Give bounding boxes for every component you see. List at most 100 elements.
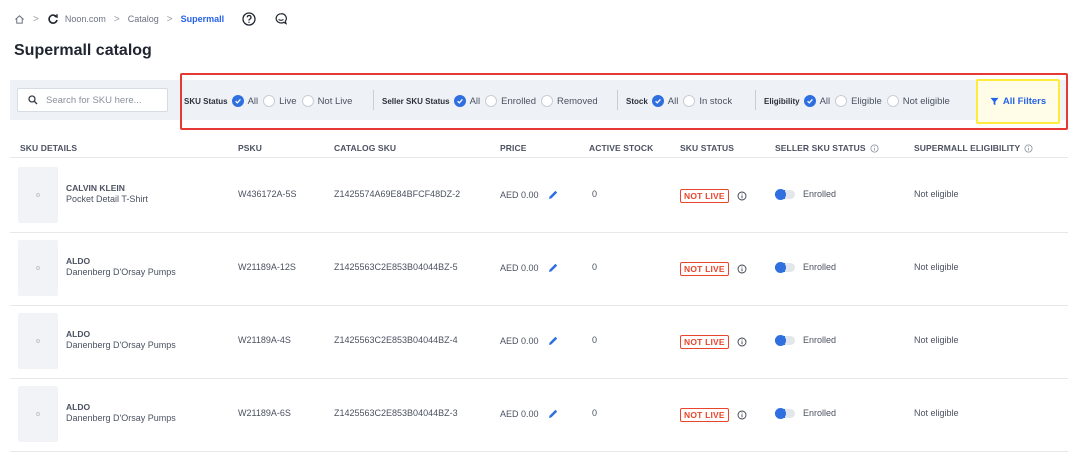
column-header-psku: PSKU <box>238 143 263 153</box>
seller-status-cell: Enrolled <box>775 188 837 200</box>
product-name: Pocket Detail T-Shirt <box>66 194 148 204</box>
enrolled-toggle[interactable] <box>775 261 795 273</box>
product-thumbnail[interactable] <box>18 167 58 223</box>
breadcrumb-separator: > <box>166 13 173 25</box>
seller-status-label: Enrolled <box>803 408 837 418</box>
psku-cell: W21189A-4S <box>238 335 291 345</box>
table-row[interactable]: ALDO Danenberg D'Orsay Pumps W21189A-6S Z14… <box>10 379 1068 452</box>
search-input[interactable] <box>46 94 156 106</box>
info-icon[interactable] <box>870 143 879 153</box>
page-title: Supermall catalog <box>14 42 152 59</box>
filter-icon <box>990 97 999 106</box>
seller-status-cell: Enrolled <box>775 334 837 346</box>
edit-icon[interactable] <box>547 262 559 274</box>
breadcrumb-item-noon[interactable]: Noon.com <box>65 14 106 24</box>
info-icon[interactable] <box>737 337 747 347</box>
breadcrumb: > Noon.com > Catalog > Supermall <box>14 8 292 30</box>
column-header-active-stock: ACTIVE STOCK <box>589 143 654 153</box>
seller-status-label: Enrolled <box>803 335 837 345</box>
sku-status-cell: NOT LIVE <box>680 262 747 276</box>
product-thumbnail[interactable] <box>18 386 58 442</box>
chat-icon <box>275 13 288 25</box>
refresh-icon[interactable] <box>47 13 59 25</box>
all-filters-button[interactable]: All Filters <box>976 79 1060 124</box>
table-header: SKU DETAILS PSKU CATALOG SKU PRICE ACTIV… <box>10 138 1068 158</box>
product-brand: CALVIN KLEIN <box>66 183 125 193</box>
product-brand: ALDO <box>66 329 91 339</box>
price-cell: AED 0.00 <box>500 262 559 274</box>
catalog-sku-cell: Z1425563C2E853B04044BZ-3 <box>334 408 458 418</box>
image-placeholder-icon <box>36 412 40 416</box>
catalog-sku-cell: Z1425563C2E853B04044BZ-5 <box>334 262 458 272</box>
all-filters-label: All Filters <box>1002 96 1047 107</box>
eligibility-cell: Not eligible <box>914 408 959 418</box>
search-box <box>17 88 168 112</box>
seller-status-cell: Enrolled <box>775 261 837 273</box>
price-cell: AED 0.00 <box>500 189 559 201</box>
eligibility-cell: Not eligible <box>914 189 959 199</box>
edit-icon[interactable] <box>547 408 559 420</box>
image-placeholder-icon <box>36 266 40 270</box>
enrolled-toggle[interactable] <box>775 334 795 346</box>
search-icon <box>28 95 38 105</box>
active-stock-cell: 0 <box>592 335 598 345</box>
price-value: AED 0.00 <box>500 190 539 200</box>
edit-icon[interactable] <box>547 335 559 347</box>
column-header-catalog-sku: CATALOG SKU <box>334 143 397 153</box>
enrolled-toggle[interactable] <box>775 407 795 419</box>
psku-cell: W21189A-12S <box>238 262 296 272</box>
psku-cell: W21189A-6S <box>238 408 291 418</box>
eligibility-cell: Not eligible <box>914 335 959 345</box>
column-header-label: SUPERMALL ELIGIBILITY <box>914 143 1021 153</box>
help-button[interactable] <box>238 8 260 30</box>
status-badge: NOT LIVE <box>680 335 729 349</box>
column-header-price: PRICE <box>500 143 527 153</box>
help-icon <box>242 12 256 26</box>
catalog-sku-cell: Z1425574A69E84BFCF48DZ-2 <box>334 189 461 199</box>
column-header-sku-details: SKU DETAILS <box>20 143 78 153</box>
product-thumbnail[interactable] <box>18 240 58 296</box>
price-cell: AED 0.00 <box>500 335 559 347</box>
catalog-sku-cell: Z1425563C2E853B04044BZ-4 <box>334 335 458 345</box>
sku-status-cell: NOT LIVE <box>680 189 747 203</box>
active-stock-cell: 0 <box>592 262 598 272</box>
column-header-sku-status: SKU STATUS <box>680 143 735 153</box>
price-value: AED 0.00 <box>500 263 539 273</box>
image-placeholder-icon <box>36 193 40 197</box>
price-value: AED 0.00 <box>500 409 539 419</box>
table-row[interactable]: ALDO Danenberg D'Orsay Pumps W21189A-4S Z14… <box>10 306 1068 379</box>
sku-status-cell: NOT LIVE <box>680 335 747 349</box>
filters-highlight-box <box>180 73 1068 130</box>
price-cell: AED 0.00 <box>500 408 559 420</box>
status-badge: NOT LIVE <box>680 262 729 276</box>
table-row[interactable]: CALVIN KLEIN Pocket Detail T-Shirt W436172… <box>10 160 1068 233</box>
product-brand: ALDO <box>66 256 91 266</box>
edit-icon[interactable] <box>547 189 559 201</box>
home-icon[interactable] <box>14 14 25 25</box>
status-badge: NOT LIVE <box>680 189 729 203</box>
seller-status-cell: Enrolled <box>775 407 837 419</box>
product-thumbnail[interactable] <box>18 313 58 369</box>
breadcrumb-item-catalog[interactable]: Catalog <box>128 14 159 24</box>
product-brand: ALDO <box>66 402 91 412</box>
info-icon[interactable] <box>737 410 747 420</box>
column-header-supermall-eligibility: SUPERMALL ELIGIBILITY <box>914 143 1033 153</box>
status-badge: NOT LIVE <box>680 408 729 422</box>
info-icon[interactable] <box>737 191 747 201</box>
table-row[interactable]: ALDO Danenberg D'Orsay Pumps W21189A-12S Z1… <box>10 233 1068 306</box>
active-stock-cell: 0 <box>592 408 598 418</box>
column-header-seller-sku-status: SELLER SKU STATUS <box>775 143 879 153</box>
product-name: Danenberg D'Orsay Pumps <box>66 413 176 423</box>
info-icon[interactable] <box>1024 143 1033 153</box>
breadcrumb-item-supermall[interactable]: Supermall <box>181 14 225 24</box>
psku-cell: W436172A-5S <box>238 189 297 199</box>
info-icon[interactable] <box>737 264 747 274</box>
sku-status-cell: NOT LIVE <box>680 408 747 422</box>
chat-button[interactable] <box>270 8 292 30</box>
breadcrumb-separator: > <box>113 13 120 25</box>
column-header-label: SELLER SKU STATUS <box>775 143 866 153</box>
enrolled-toggle[interactable] <box>775 188 795 200</box>
seller-status-label: Enrolled <box>803 262 837 272</box>
seller-status-label: Enrolled <box>803 189 837 199</box>
active-stock-cell: 0 <box>592 189 598 199</box>
